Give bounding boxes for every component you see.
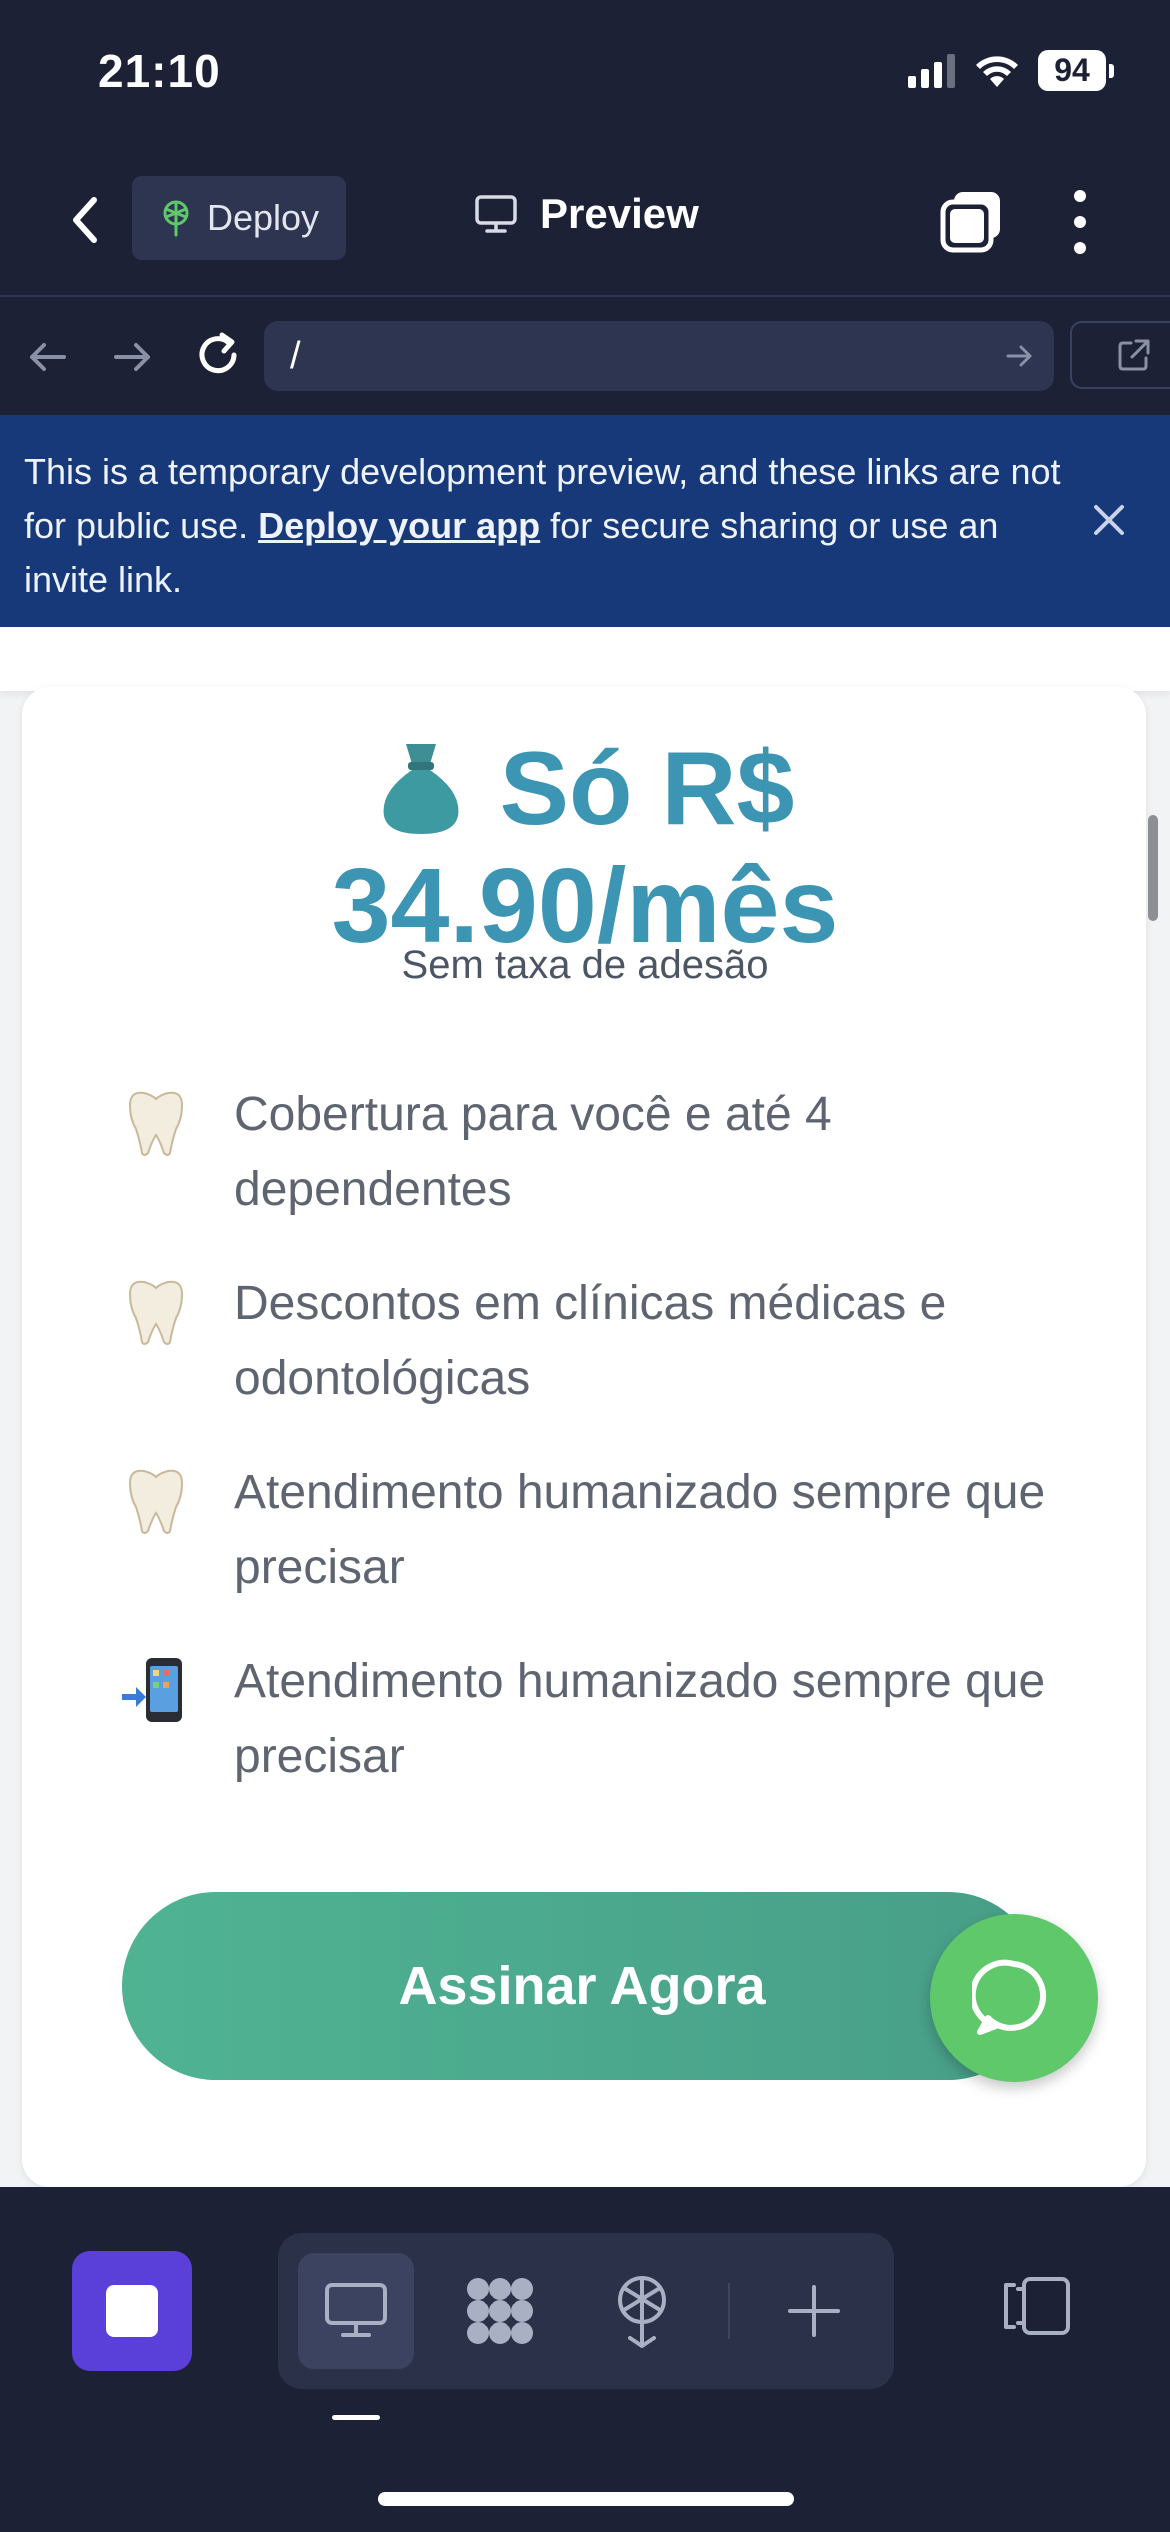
feature-text: Atendimento humanizado sempre que precis… [234, 1466, 1046, 1594]
more-options-button[interactable] [1060, 184, 1100, 260]
status-bar: 21:10 94 [0, 0, 1170, 150]
deploy-button[interactable]: Deploy [132, 176, 346, 260]
wifi-icon [976, 55, 1018, 87]
plus-icon [788, 2285, 840, 2337]
price-heading: Só R$ [0, 737, 1170, 853]
chat-bubble-icon [972, 1959, 1047, 2035]
banner-close-button[interactable] [1084, 495, 1134, 545]
go-arrow-icon[interactable] [1004, 341, 1034, 371]
feature-item: Atendimento humanizado sempre que precis… [120, 1455, 1080, 1625]
feature-item: Atendimento humanizado sempre que precis… [120, 1644, 1080, 1814]
toolbar-divider [728, 2283, 730, 2339]
price-prefix: Só R$ [499, 731, 795, 847]
deploy-icon [163, 200, 189, 237]
preview-tool-button[interactable] [298, 2253, 414, 2369]
browser-bar: / [0, 297, 1170, 415]
tooth-icon [128, 1091, 184, 1156]
web-preview: Só R$ 34.90/mês Sem taxa de adesão Cober… [0, 627, 1170, 2187]
external-link-icon [1118, 339, 1150, 371]
stop-button[interactable] [72, 2251, 192, 2371]
more-vertical-icon [1074, 190, 1086, 254]
feature-text: Atendimento humanizado sempre que precis… [234, 1655, 1046, 1783]
dev-preview-banner: This is a temporary development preview,… [0, 415, 1170, 629]
subscribe-button[interactable]: Assinar Agora [122, 1892, 1042, 2080]
feature-text: Descontos em clínicas médicas e odontoló… [234, 1277, 947, 1405]
battery-level: 94 [1038, 50, 1106, 91]
active-tool-indicator [332, 2415, 380, 2420]
battery-tip [1109, 63, 1114, 78]
open-external-frame [1070, 321, 1170, 389]
deploy-tool-button[interactable] [584, 2253, 700, 2369]
price-note: Sem taxa de adesão [401, 943, 769, 987]
url-input[interactable]: / [264, 321, 1054, 391]
status-time: 21:10 [98, 45, 221, 97]
tooth-icon [128, 1469, 184, 1534]
reload-icon[interactable] [192, 329, 244, 381]
preview-tab[interactable]: Preview [474, 190, 699, 238]
bottom-toolbar [0, 2187, 1170, 2532]
chevron-left-icon [73, 197, 97, 243]
monitor-icon [475, 195, 517, 233]
mobile-phone-arrow-icon [122, 1658, 182, 1722]
close-icon [1094, 505, 1124, 535]
feature-item: Descontos em clínicas médicas e odontoló… [120, 1266, 1080, 1436]
monitor-icon [325, 2283, 387, 2337]
deploy-label: Deploy [206, 197, 320, 238]
back-button[interactable] [60, 190, 110, 250]
tooth-icon [128, 1280, 184, 1345]
url-text: / [290, 335, 301, 377]
open-external-button[interactable] [1070, 321, 1170, 391]
scrollbar[interactable] [1148, 815, 1158, 921]
preview-label: Preview [540, 190, 699, 237]
page-header-strip [0, 627, 1170, 691]
feature-item: Cobertura para você e até 4 dependentes [120, 1077, 1080, 1247]
deploy-icon [618, 2276, 666, 2348]
panel-toggle-icon[interactable] [1000, 2275, 1072, 2337]
tabs-button[interactable] [940, 190, 1004, 254]
deploy-your-app-link[interactable]: Deploy your app [258, 505, 540, 546]
tool-group [278, 2233, 894, 2389]
cellular-signal-icon [908, 53, 955, 88]
chat-button[interactable] [930, 1914, 1098, 2082]
arrow-left-icon[interactable] [26, 335, 70, 379]
feature-text: Cobertura para você e até 4 dependentes [234, 1088, 832, 1216]
stop-icon [106, 2285, 158, 2337]
money-bag-icon [376, 740, 466, 853]
tabs-icon [940, 192, 1000, 253]
battery-indicator: 94 [1038, 50, 1114, 91]
banner-text: This is a temporary development preview,… [24, 445, 1064, 607]
status-icons: 94 [908, 50, 1114, 91]
arrow-right-icon[interactable] [110, 335, 154, 379]
workspace-tool-button[interactable] [442, 2253, 558, 2369]
add-tool-button[interactable] [756, 2253, 872, 2369]
home-indicator[interactable] [378, 2492, 794, 2506]
app-bar: Deploy Preview [0, 150, 1170, 297]
cluster-icon [467, 2278, 533, 2344]
